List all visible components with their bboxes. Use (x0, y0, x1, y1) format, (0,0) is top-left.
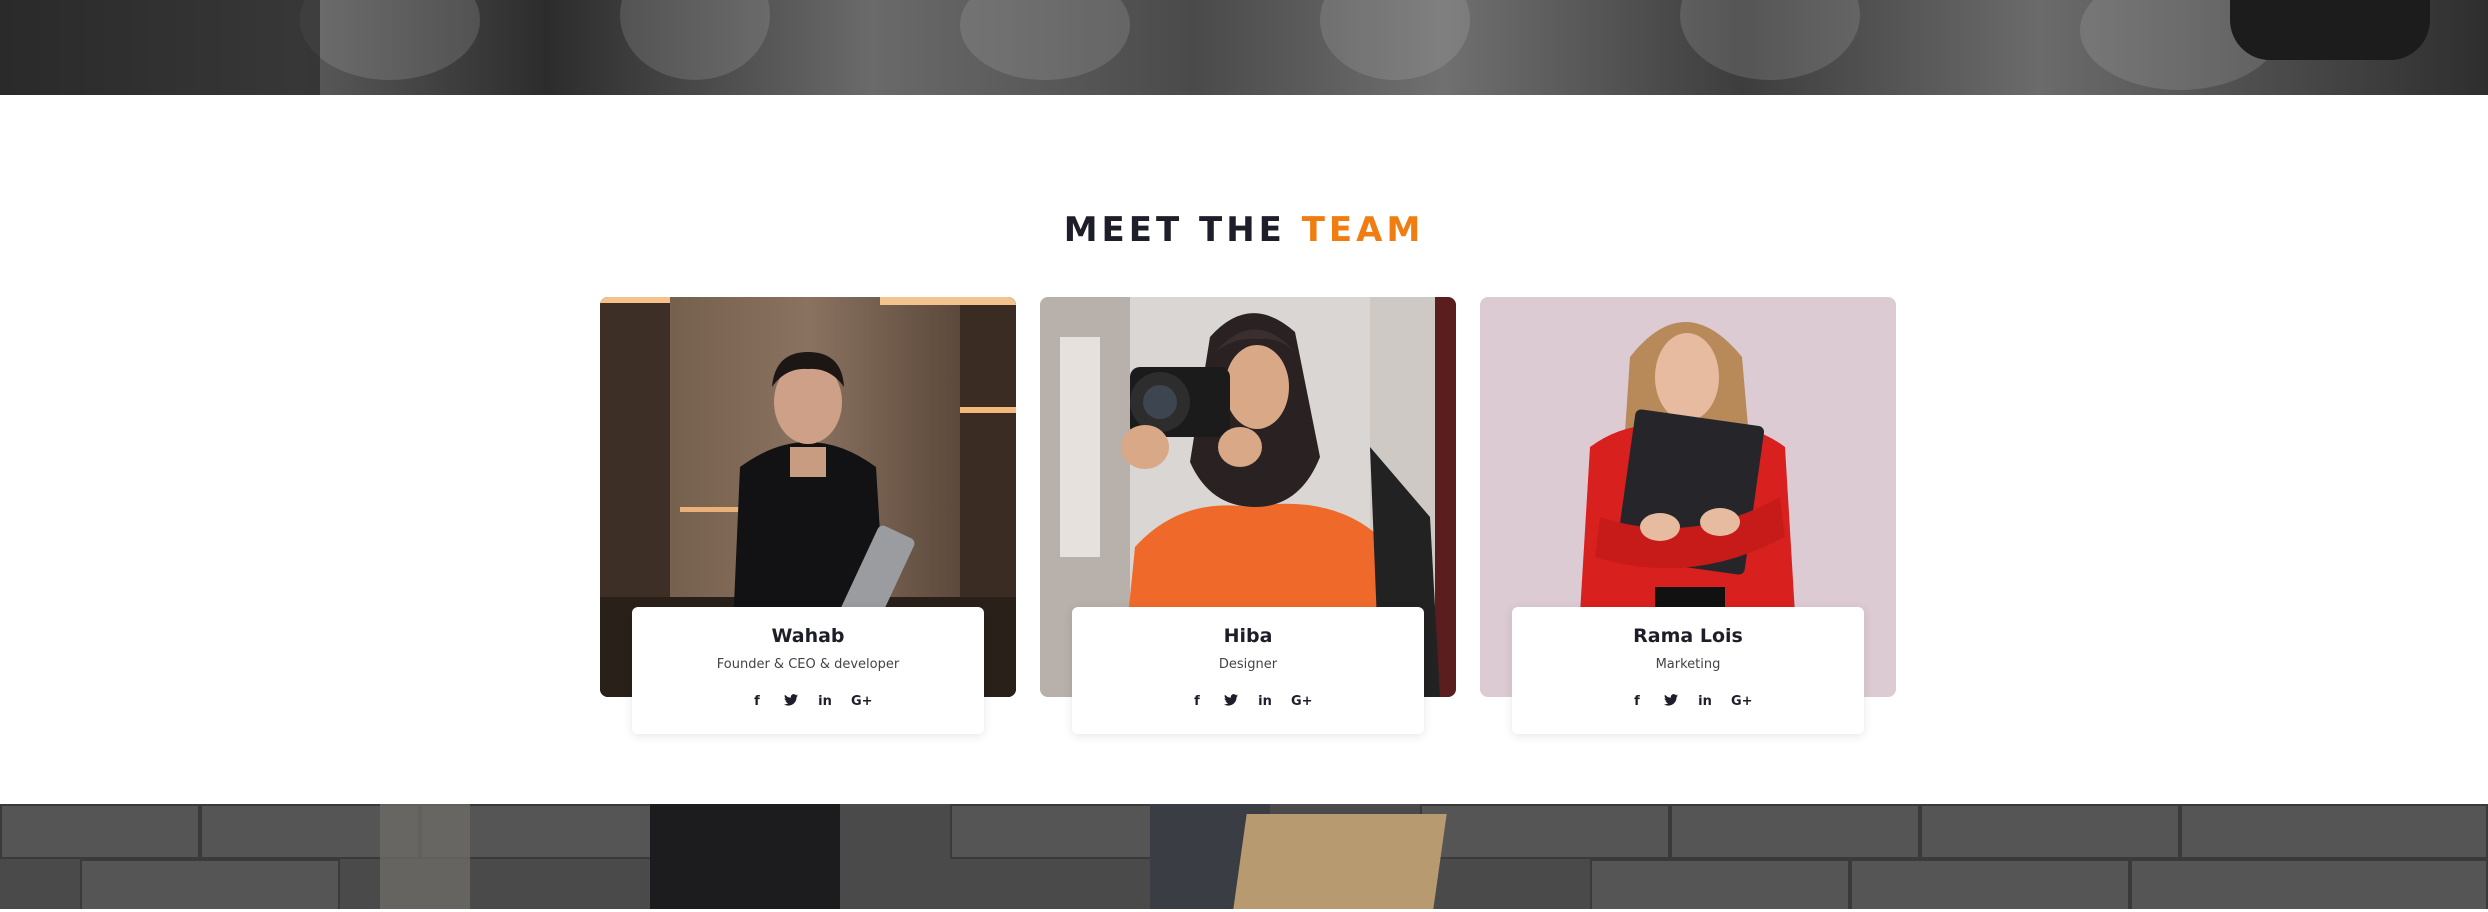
facebook-icon[interactable]: f (1629, 694, 1645, 710)
team-member-name: Rama Lois (1633, 625, 1743, 647)
team-info-card: Hiba Designer f in G+ (1072, 607, 1424, 734)
team-member-name: Hiba (1223, 625, 1273, 647)
social-links: f in G+ (1512, 694, 1864, 710)
team-member-role: Marketing (1655, 657, 1721, 672)
twitter-icon[interactable] (783, 694, 799, 710)
google-plus-icon[interactable]: G+ (1291, 694, 1313, 710)
footer-heading-2 (1310, 900, 1530, 912)
social-links: f in G+ (1072, 694, 1424, 710)
section-title-accent: TEAM (1301, 210, 1425, 250)
twitter-icon[interactable] (1663, 694, 1679, 710)
team-info-card: Rama Lois Marketing f in G+ (1512, 607, 1864, 734)
top-banner-image (0, 0, 2488, 95)
footer-heading-1 (640, 900, 880, 912)
facebook-icon[interactable]: f (749, 694, 765, 710)
section-title: MEET THE TEAM (0, 210, 2488, 250)
team-member-name: Wahab (771, 625, 845, 647)
section-title-main: MEET THE (1063, 210, 1286, 250)
linkedin-icon[interactable]: in (1257, 694, 1273, 710)
twitter-icon[interactable] (1223, 694, 1239, 710)
team-member-role: Founder & CEO & developer (716, 657, 900, 672)
google-plus-icon[interactable]: G+ (851, 694, 873, 710)
team-card: Wahab Founder & CEO & developer f in G+ (600, 297, 1016, 739)
google-plus-icon[interactable]: G+ (1731, 694, 1753, 710)
team-member-role: Designer (1218, 657, 1278, 672)
facebook-icon[interactable]: f (1189, 694, 1205, 710)
team-card: Hiba Designer f in G+ (1040, 297, 1456, 739)
linkedin-icon[interactable]: in (817, 694, 833, 710)
social-links: f in G+ (632, 694, 984, 710)
linkedin-icon[interactable]: in (1697, 694, 1713, 710)
team-info-card: Wahab Founder & CEO & developer f in G+ (632, 607, 984, 734)
bottom-banner-image (0, 804, 2488, 909)
team-card: Rama Lois Marketing f in G+ (1480, 297, 1896, 739)
